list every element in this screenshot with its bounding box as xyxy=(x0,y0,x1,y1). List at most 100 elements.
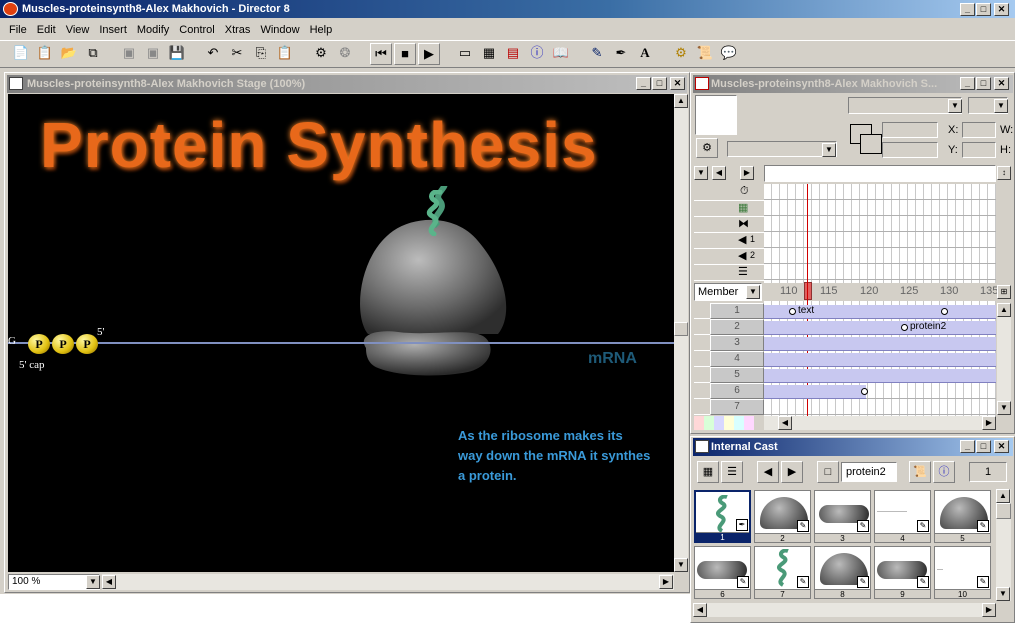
menu-file[interactable]: File xyxy=(4,20,32,40)
thumbnail-view-button[interactable]: ▦ xyxy=(697,461,719,483)
message-window-icon[interactable]: 💬 xyxy=(718,43,740,65)
exchange-cast-icon[interactable]: ⚙ xyxy=(310,43,332,65)
stage-vscroll-thumb[interactable] xyxy=(674,322,688,336)
property-inspector-icon[interactable]: ⓘ xyxy=(526,43,548,65)
cast-member[interactable]: ✎ 9 xyxy=(874,546,931,599)
sound-channel-2[interactable]: ◀ 2 xyxy=(694,249,764,265)
close-app-button[interactable]: ✕ xyxy=(994,3,1009,16)
cast-member[interactable]: ✎ 3 xyxy=(814,490,871,543)
cast-member-number-field[interactable]: 1 xyxy=(969,462,1007,482)
score-vscrollbar[interactable] xyxy=(997,303,1011,415)
y-field[interactable] xyxy=(962,142,996,158)
copy-icon[interactable]: ⎘ xyxy=(250,43,272,65)
undo-icon[interactable]: ↶ xyxy=(202,43,224,65)
menu-help[interactable]: Help xyxy=(305,20,338,40)
sprite-keyframe[interactable] xyxy=(789,308,796,315)
menu-modify[interactable]: Modify xyxy=(132,20,174,40)
sprite-keyframe[interactable] xyxy=(941,308,948,315)
play-button[interactable]: ▶ xyxy=(418,43,440,65)
behavior-select[interactable] xyxy=(727,141,837,157)
cast-member-script-button[interactable]: 📜 xyxy=(909,461,931,483)
behavior-icon[interactable]: ⚙ xyxy=(696,138,718,158)
channel-number[interactable]: 6 xyxy=(710,383,764,399)
zoom-score-button[interactable]: ⊞ xyxy=(997,285,1011,299)
script-channel[interactable]: ☰ xyxy=(694,265,764,281)
score-hide-button[interactable]: ▼ xyxy=(694,166,708,180)
blend-dropdown-button[interactable]: ▼ xyxy=(994,99,1008,113)
sprite-span[interactable] xyxy=(764,353,996,367)
channel-number[interactable]: 1 xyxy=(710,303,764,319)
score-scroll-up-button[interactable]: ▲ xyxy=(997,303,1011,317)
behavior-dropdown-button[interactable]: ▼ xyxy=(822,143,836,157)
score-scroll-left-button[interactable]: ◀ xyxy=(778,416,792,430)
menu-insert[interactable]: Insert xyxy=(94,20,132,40)
menu-control[interactable]: Control xyxy=(174,20,219,40)
stage-scroll-left-button[interactable]: ◀ xyxy=(102,575,116,589)
display-dropdown-button[interactable]: ▼ xyxy=(746,285,760,299)
find-icon[interactable]: ❂ xyxy=(334,43,356,65)
minimize-score-button[interactable]: _ xyxy=(960,77,975,90)
channel-number[interactable]: 2 xyxy=(710,319,764,335)
channel-row[interactable] xyxy=(694,351,710,367)
tempo-channel[interactable]: ⏱ xyxy=(694,185,764,201)
library-icon[interactable]: 📖 xyxy=(550,43,572,65)
score-scroll-right-button[interactable]: ▶ xyxy=(982,416,996,430)
cast-member[interactable]: ✎ 4 xyxy=(874,490,931,543)
channel-number[interactable]: 5 xyxy=(710,367,764,383)
cast-member-properties-button[interactable]: ⓘ xyxy=(933,461,955,483)
stage-window-icon[interactable]: ▭ xyxy=(454,43,476,65)
next-marker-button[interactable]: ▶ xyxy=(740,166,754,180)
channel-row[interactable] xyxy=(694,303,710,319)
cast-member[interactable]: ✎ 5 xyxy=(934,490,991,543)
frame-ruler[interactable]: 110 115 120 125 130 135 xyxy=(764,283,998,301)
stage-scroll-right-button[interactable]: ▶ xyxy=(659,575,673,589)
zoom-dropdown-button[interactable]: ▼ xyxy=(86,575,100,589)
minimize-app-button[interactable]: _ xyxy=(960,3,975,16)
score-hscrollbar[interactable] xyxy=(764,416,996,430)
prev-cast-member-button[interactable]: ◀ xyxy=(757,461,779,483)
stage-scroll-down-button[interactable]: ▼ xyxy=(674,558,688,572)
score-window-icon[interactable]: ▤ xyxy=(502,43,524,65)
cast-member[interactable]: ✒ 1 xyxy=(694,490,751,543)
close-score-button[interactable]: ✕ xyxy=(994,77,1009,90)
close-cast-button[interactable]: ✕ xyxy=(994,440,1009,453)
import-icon[interactable]: ⧉ xyxy=(82,43,104,65)
channel-row[interactable] xyxy=(694,383,710,399)
ink-dropdown-button[interactable]: ▼ xyxy=(948,99,962,113)
channel-row[interactable] xyxy=(694,335,710,351)
sprite-span[interactable] xyxy=(764,385,866,399)
save-all-icon[interactable]: ▣ xyxy=(142,43,164,65)
next-cast-member-button[interactable]: ▶ xyxy=(781,461,803,483)
cast-scroll-right-button[interactable]: ▶ xyxy=(982,603,996,617)
restore-app-button[interactable]: □ xyxy=(976,3,991,16)
cast-vscroll-thumb[interactable] xyxy=(996,503,1011,519)
cast-window-icon[interactable]: ▦ xyxy=(478,43,500,65)
minimize-cast-button[interactable]: _ xyxy=(960,440,975,453)
sprite-span[interactable] xyxy=(764,369,996,383)
cast-member[interactable]: ✎ 8 xyxy=(814,546,871,599)
cast-member[interactable]: ✎ 7 xyxy=(754,546,811,599)
channel-row[interactable] xyxy=(694,319,710,335)
new-movie-icon[interactable]: 📄 xyxy=(10,43,32,65)
cast-member-name-field[interactable]: protein2 xyxy=(841,462,897,482)
cast-member[interactable]: ✎ 2 xyxy=(754,490,811,543)
playhead[interactable] xyxy=(804,282,812,300)
channel-number[interactable]: 4 xyxy=(710,351,764,367)
stage-hscrollbar[interactable] xyxy=(102,574,674,590)
sprite-keyframe[interactable] xyxy=(861,388,868,395)
maximize-cast-button[interactable]: □ xyxy=(976,440,991,453)
bg-color-field[interactable] xyxy=(882,142,938,158)
rewind-button[interactable]: ⏮ xyxy=(370,43,392,65)
text-window-icon[interactable]: A xyxy=(634,43,656,65)
vector-window-icon[interactable]: ✒ xyxy=(610,43,632,65)
menu-xtras[interactable]: Xtras xyxy=(220,20,256,40)
sprite-span[interactable] xyxy=(764,321,996,335)
open-icon[interactable]: 📂 xyxy=(58,43,80,65)
score-scroll-down-button[interactable]: ▼ xyxy=(997,401,1011,415)
menu-edit[interactable]: Edit xyxy=(32,20,61,40)
channel-number[interactable]: 3 xyxy=(710,335,764,351)
publish-icon[interactable]: 💾 xyxy=(166,43,188,65)
channel-row[interactable] xyxy=(694,399,710,415)
paint-window-icon[interactable]: ✎ xyxy=(586,43,608,65)
fg-color-field[interactable] xyxy=(882,122,938,138)
